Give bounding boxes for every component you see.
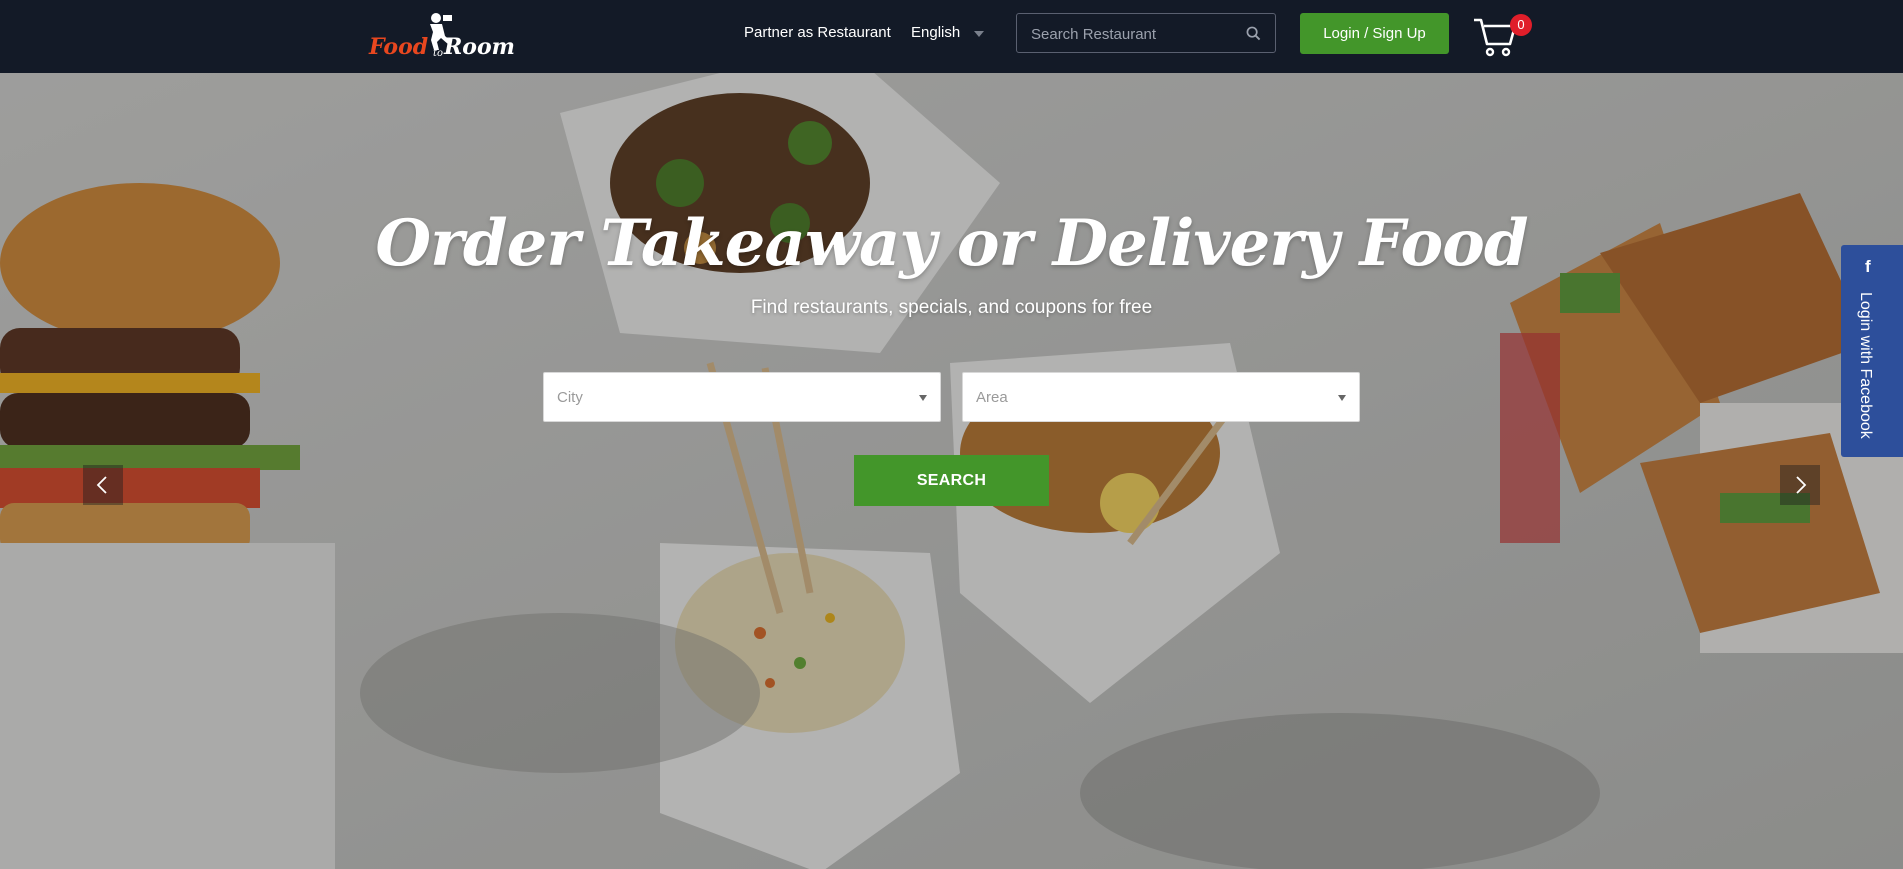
logo-text-room: Room: [444, 34, 515, 60]
login-with-facebook-tab[interactable]: f Login with Facebook: [1841, 245, 1903, 457]
search-icon[interactable]: [1246, 26, 1261, 41]
language-selector[interactable]: English: [911, 24, 960, 41]
chevron-down-icon: [919, 395, 927, 401]
hero-title: Order Takeaway or Delivery Food: [375, 206, 1528, 281]
cart-button[interactable]: 0: [1472, 14, 1532, 60]
search-button[interactable]: SEARCH: [854, 455, 1049, 506]
chevron-down-icon: [1338, 395, 1346, 401]
facebook-login-label: Login with Facebook: [1857, 292, 1874, 439]
facebook-icon: f: [1865, 257, 1871, 276]
cart-count-badge: 0: [1510, 14, 1532, 36]
city-select-placeholder: City: [557, 389, 583, 406]
chevron-right-icon: [1796, 476, 1807, 494]
restaurant-search-input[interactable]: [1031, 23, 1231, 45]
site-header: Food to Room Partner as Restaurant Engli…: [0, 0, 1903, 73]
restaurant-search: [1016, 13, 1276, 53]
carousel-next-button[interactable]: [1780, 465, 1820, 505]
language-caret-icon[interactable]: [974, 31, 984, 37]
partner-as-restaurant-link[interactable]: Partner as Restaurant: [744, 24, 891, 41]
area-select[interactable]: Area: [962, 372, 1360, 422]
carousel-prev-button[interactable]: [83, 465, 123, 505]
chevron-left-icon: [96, 476, 107, 494]
hero-banner: Order Takeaway or Delivery Food Find res…: [0, 73, 1903, 869]
login-signup-button[interactable]: Login / Sign Up: [1300, 13, 1449, 54]
area-select-placeholder: Area: [976, 389, 1008, 406]
hero-subtitle: Find restaurants, specials, and coupons …: [750, 297, 1153, 318]
city-select[interactable]: City: [543, 372, 941, 422]
logo-text-food: Food: [369, 34, 429, 60]
food-to-room-logo[interactable]: Food to Room: [369, 12, 515, 62]
logo-text-to: to: [433, 48, 444, 59]
